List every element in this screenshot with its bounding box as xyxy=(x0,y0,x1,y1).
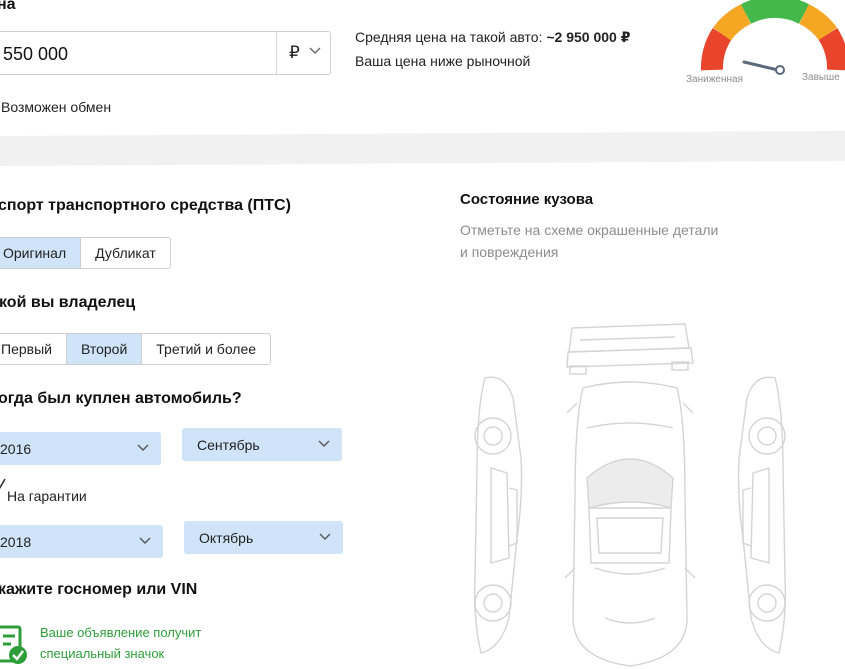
pts-title: спорт транспортного средства (ПТС) xyxy=(0,197,291,214)
price-input[interactable]: 550 000 ₽ xyxy=(0,31,331,75)
vin-badge-line2: специальный значок xyxy=(40,646,165,661)
price-value[interactable]: 550 000 xyxy=(3,44,68,65)
vin-badge-line1: Ваше объявление получит xyxy=(40,625,202,640)
purchase-year-value: 2016 xyxy=(0,441,32,457)
average-price-value: ~2 950 000 ₽ xyxy=(546,29,631,45)
price-divider xyxy=(276,32,277,74)
chevron-down-icon xyxy=(139,537,151,544)
owner-option-first[interactable]: Первый xyxy=(0,334,67,364)
pts-option-original[interactable]: Оригинал xyxy=(0,238,82,268)
owner-option-second[interactable]: Второй xyxy=(66,334,143,364)
vin-badge-text: Ваше объявление получит специальный знач… xyxy=(40,622,201,664)
average-price: Средняя цена на такой авто: ~2 950 000 ₽ xyxy=(355,29,630,46)
body-condition-hint-line2: и повреждения xyxy=(460,244,559,260)
warranty-month-select[interactable]: Октябрь xyxy=(184,521,343,554)
purchase-month-select[interactable]: Сентябрь xyxy=(182,428,342,461)
body-condition-hint: Отметьте на схеме окрашенные детали и по… xyxy=(460,219,718,263)
average-price-label: Средняя цена на такой авто: xyxy=(355,29,543,45)
car-left-side-icon[interactable] xyxy=(473,376,523,654)
car-top-view-icon[interactable] xyxy=(564,381,696,667)
purchase-year-select[interactable]: 2016 xyxy=(0,432,161,465)
chevron-down-icon xyxy=(137,444,149,451)
pts-option-duplicate[interactable]: Дубликат xyxy=(81,238,170,268)
vin-title: кажите госномер или VIN xyxy=(0,581,198,598)
exchange-checkbox-label[interactable]: Возможен обмен xyxy=(1,99,111,115)
chevron-down-icon xyxy=(319,533,331,540)
car-damage-schematic[interactable] xyxy=(465,318,795,669)
section-divider-band xyxy=(0,130,845,166)
price-gauge-icon xyxy=(701,0,845,75)
pts-segmented-control[interactable]: Оригинал Дубликат xyxy=(0,237,171,269)
gauge-low-label: Заниженная xyxy=(686,74,743,85)
body-condition-title: Состояние кузова xyxy=(460,191,594,208)
purchase-month-value: Сентябрь xyxy=(197,437,260,453)
warranty-year-value: 2018 xyxy=(0,534,32,550)
warranty-year-select[interactable]: 2018 xyxy=(0,525,163,558)
owner-title: кой вы владелец xyxy=(0,294,136,311)
currency-select[interactable]: ₽ xyxy=(289,43,300,63)
price-section-title: на xyxy=(0,0,16,13)
price-verdict: Ваша цена ниже рыночной xyxy=(355,53,531,69)
purchase-title: огда был куплен автомобиль? xyxy=(0,390,242,407)
checkmark-icon[interactable] xyxy=(0,478,6,492)
warranty-checkbox-label[interactable]: На гарантии xyxy=(7,488,87,504)
owner-option-third[interactable]: Третий и более xyxy=(142,334,270,364)
body-condition-hint-line1: Отметьте на схеме окрашенные детали xyxy=(460,222,719,238)
verified-badge-icon xyxy=(0,625,27,664)
owner-segmented-control[interactable]: Первый Второй Третий и более xyxy=(0,333,272,365)
car-right-side-icon[interactable] xyxy=(737,376,787,654)
chevron-down-icon xyxy=(318,440,330,447)
car-rear-view-icon[interactable] xyxy=(566,323,694,375)
chevron-down-icon[interactable] xyxy=(309,47,321,55)
warranty-month-value: Октябрь xyxy=(199,530,254,546)
gauge-high-label: Завыше xyxy=(802,72,840,83)
